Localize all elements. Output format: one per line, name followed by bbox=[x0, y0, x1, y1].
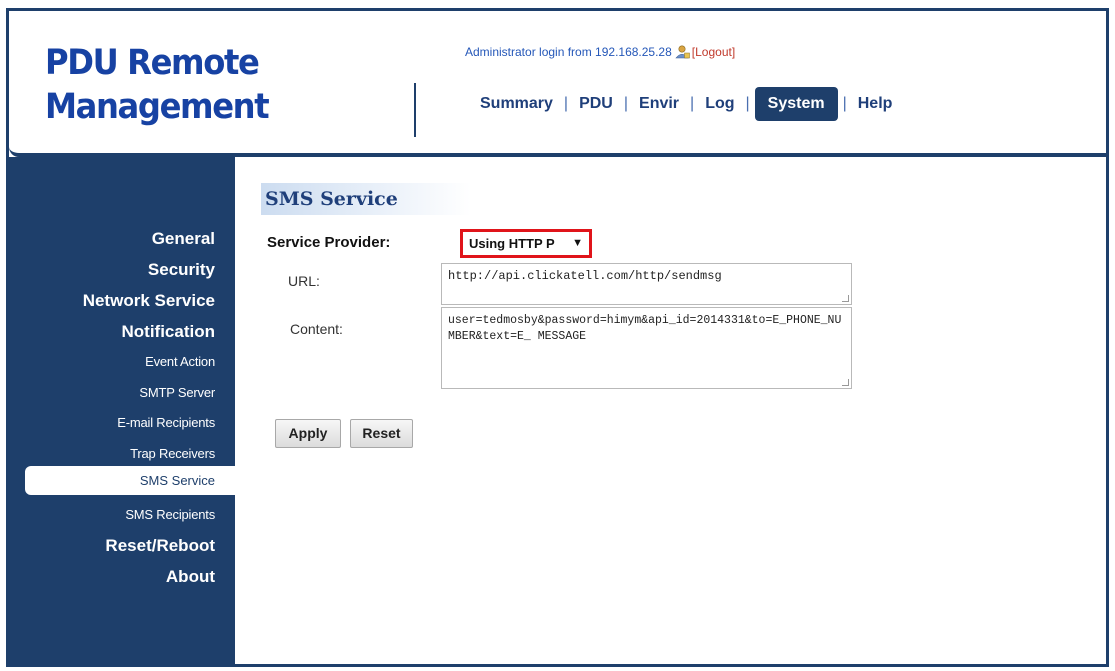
nav-separator: | bbox=[745, 95, 750, 112]
url-field[interactable]: http://api.clickatell.com/http/sendmsg bbox=[441, 263, 852, 305]
sidebar-item-general[interactable]: General bbox=[9, 223, 215, 254]
nav-envir[interactable]: Envir bbox=[630, 87, 688, 121]
sidebar-item-sms-recipients[interactable]: SMS Recipients bbox=[9, 500, 215, 531]
nav-system[interactable]: System bbox=[754, 87, 838, 121]
nav-help[interactable]: Help bbox=[849, 87, 902, 121]
nav-separator: | bbox=[563, 95, 569, 112]
sidebar-item-network-service[interactable]: Network Service bbox=[9, 285, 215, 316]
nav-log[interactable]: Log bbox=[696, 87, 743, 121]
sidebar-item-event-action[interactable]: Event Action bbox=[9, 347, 215, 378]
app-title-line2: Management bbox=[45, 87, 270, 127]
nav-separator: | bbox=[690, 95, 695, 112]
service-provider-label: Service Provider: bbox=[267, 234, 391, 251]
url-value: http://api.clickatell.com/http/sendmsg bbox=[448, 269, 722, 283]
logout-link[interactable]: [Logout] bbox=[692, 45, 735, 59]
service-provider-select[interactable]: Using HTTP P ▼ bbox=[460, 229, 592, 258]
resize-grip-icon[interactable] bbox=[842, 379, 849, 386]
sidebar-item-reset-reboot[interactable]: Reset/Reboot bbox=[9, 530, 215, 561]
app-title-line1: PDU Remote bbox=[45, 43, 260, 83]
url-label: URL: bbox=[288, 273, 320, 289]
sidebar-item-email-recipients[interactable]: E-mail Recipients bbox=[9, 408, 215, 439]
nav-summary[interactable]: Summary bbox=[471, 87, 562, 121]
content-field[interactable]: user=tedmosby&password=himym&api_id=2014… bbox=[441, 307, 852, 389]
main-content: SMS Service Service Provider: Using HTTP… bbox=[235, 157, 1106, 664]
header: PDU Remote Management Administrator logi… bbox=[9, 11, 1106, 157]
nav-separator: | bbox=[623, 95, 629, 112]
login-status: Administrator login from 192.168.25.28 [L… bbox=[465, 45, 735, 59]
sidebar-item-trap-receivers[interactable]: Trap Receivers bbox=[9, 439, 215, 470]
nav-pdu[interactable]: PDU bbox=[570, 87, 622, 121]
app-logo: PDU Remote Management bbox=[45, 41, 270, 129]
sidebar-item-sms-service[interactable]: SMS Service bbox=[140, 466, 215, 495]
sidebar-item-about[interactable]: About bbox=[9, 561, 215, 592]
app-window: PDU Remote Management Administrator logi… bbox=[6, 8, 1109, 667]
apply-button[interactable]: Apply bbox=[275, 419, 341, 448]
login-text: Administrator login from 192.168.25.28 bbox=[465, 45, 672, 59]
service-provider-value: Using HTTP P bbox=[469, 236, 555, 251]
section-title: SMS Service bbox=[261, 183, 471, 215]
chevron-down-icon: ▼ bbox=[572, 237, 583, 249]
user-icon bbox=[675, 45, 690, 59]
sidebar-item-security[interactable]: Security bbox=[9, 254, 215, 285]
content-value: user=tedmosby&password=himym&api_id=2014… bbox=[448, 314, 842, 343]
resize-grip-icon[interactable] bbox=[842, 295, 849, 302]
content-label: Content: bbox=[290, 321, 343, 337]
top-navigation: Summary | PDU | Envir | Log | System | H… bbox=[471, 87, 901, 121]
nav-separator: | bbox=[842, 95, 847, 112]
sidebar: General Security Network Service Notific… bbox=[9, 157, 237, 664]
sidebar-item-smtp-server[interactable]: SMTP Server bbox=[9, 378, 215, 409]
sidebar-item-notification[interactable]: Notification bbox=[9, 316, 216, 347]
header-divider bbox=[414, 83, 416, 137]
sidebar-menu: General Security Network Service Notific… bbox=[9, 223, 216, 592]
reset-button[interactable]: Reset bbox=[350, 419, 413, 448]
